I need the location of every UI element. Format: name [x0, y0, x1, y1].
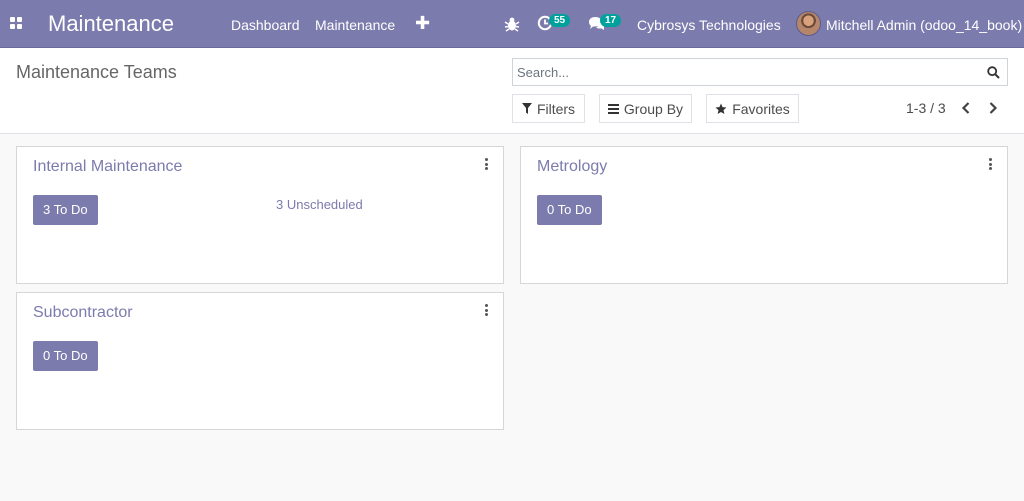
filters-button[interactable]: Filters: [512, 94, 585, 123]
kebab-menu-icon[interactable]: [485, 158, 489, 170]
company-switcher[interactable]: Cybrosys Technologies: [637, 17, 781, 33]
star-icon: [715, 103, 727, 114]
main-navbar: Maintenance Dashboard Maintenance ✚ 55 1…: [0, 0, 1024, 48]
team-card[interactable]: Internal Maintenance 3 To Do 3 Unschedul…: [16, 146, 504, 284]
user-avatar[interactable]: [796, 11, 821, 36]
chevron-left-icon[interactable]: [961, 102, 971, 114]
breadcrumb: Maintenance Teams: [16, 62, 177, 82]
unscheduled-link[interactable]: 3 Unscheduled: [276, 197, 363, 212]
todo-button[interactable]: 0 To Do: [537, 195, 602, 225]
favorites-button[interactable]: Favorites: [706, 94, 799, 123]
team-name[interactable]: Subcontractor: [33, 304, 133, 322]
kebab-menu-icon[interactable]: [989, 158, 993, 170]
search-input[interactable]: [517, 63, 977, 82]
todo-button[interactable]: 0 To Do: [33, 341, 98, 371]
filter-icon: [521, 103, 532, 114]
control-panel: Maintenance Teams Filters Group By Favor…: [0, 48, 1024, 134]
group-by-label: Group By: [623, 100, 684, 117]
team-card[interactable]: Metrology 0 To Do: [520, 146, 1008, 284]
kebab-menu-icon[interactable]: [485, 304, 489, 316]
list-icon: [607, 103, 619, 114]
search-bar[interactable]: [512, 58, 1008, 86]
activity-count-badge: 55: [549, 14, 571, 27]
pager-value[interactable]: 1-3 / 3: [906, 100, 946, 116]
bug-icon[interactable]: [504, 16, 520, 32]
app-title[interactable]: Maintenance: [48, 11, 174, 37]
filters-label: Filters: [536, 100, 576, 117]
plus-icon[interactable]: ✚: [415, 13, 430, 34]
apps-menu-icon[interactable]: [10, 17, 23, 30]
user-menu[interactable]: Mitchell Admin (odoo_14_book): [826, 17, 1022, 33]
messages-count-badge: 17: [600, 14, 622, 27]
group-by-button[interactable]: Group By: [599, 94, 692, 123]
menu-dashboard[interactable]: Dashboard: [231, 17, 300, 33]
team-name[interactable]: Internal Maintenance: [33, 158, 182, 176]
todo-button[interactable]: 3 To Do: [33, 195, 98, 225]
team-name[interactable]: Metrology: [537, 158, 607, 176]
chevron-right-icon[interactable]: [988, 102, 998, 114]
favorites-label: Favorites: [732, 100, 790, 117]
search-icon[interactable]: [987, 66, 1000, 79]
menu-maintenance[interactable]: Maintenance: [315, 17, 395, 33]
team-card[interactable]: Subcontractor 0 To Do: [16, 292, 504, 430]
